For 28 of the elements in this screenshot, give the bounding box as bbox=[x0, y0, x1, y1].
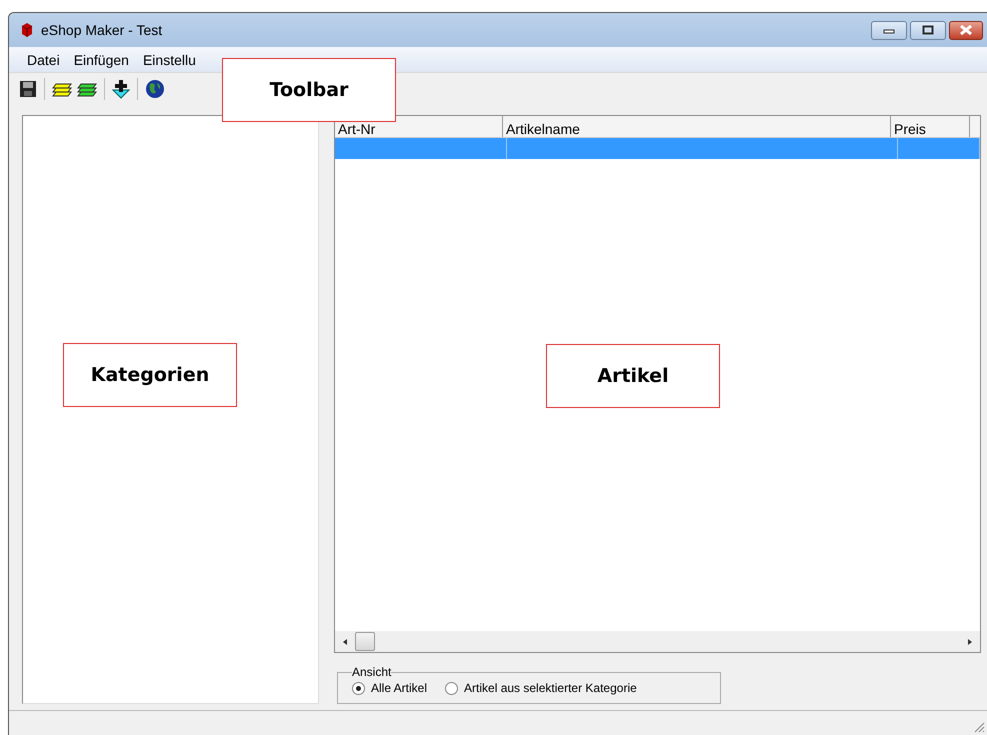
annotation-label: Toolbar bbox=[222, 58, 396, 122]
right-arrow-icon[interactable] bbox=[966, 638, 974, 646]
save-icon[interactable] bbox=[19, 80, 37, 98]
radio-option[interactable]: Artikel aus selektierter Kategorie bbox=[445, 681, 637, 695]
left-arrow-icon[interactable] bbox=[341, 638, 349, 646]
menu-item[interactable]: Einstellu bbox=[138, 52, 201, 68]
close-button[interactable] bbox=[949, 20, 983, 40]
radio-button[interactable] bbox=[352, 682, 365, 694]
menu-item[interactable]: Datei bbox=[15, 52, 65, 68]
minimize-button[interactable] bbox=[871, 20, 907, 40]
maximize-icon bbox=[922, 25, 934, 35]
annotation-label: Kategorien bbox=[63, 343, 237, 407]
maximize-button[interactable] bbox=[910, 20, 946, 40]
column-header[interactable]: Artikelname bbox=[503, 116, 891, 137]
resize-grip-icon[interactable] bbox=[973, 721, 985, 733]
radio-button[interactable] bbox=[445, 682, 458, 694]
scrollbar-thumb[interactable] bbox=[355, 632, 375, 651]
cube-icon bbox=[19, 22, 35, 38]
menu-item[interactable]: Einfügen bbox=[68, 52, 134, 68]
globe-icon[interactable] bbox=[145, 79, 165, 99]
annotation-label: Artikel bbox=[546, 344, 720, 408]
horizontal-scrollbar[interactable] bbox=[335, 631, 980, 652]
radio-option[interactable]: Alle Artikel bbox=[352, 681, 428, 695]
plus-arrow-icon[interactable] bbox=[112, 79, 130, 99]
group-title: Ansicht bbox=[352, 665, 392, 679]
window-title: eShop Maker - Test bbox=[41, 22, 162, 38]
close-icon bbox=[960, 25, 972, 35]
column-header[interactable]: Preis bbox=[891, 116, 970, 137]
